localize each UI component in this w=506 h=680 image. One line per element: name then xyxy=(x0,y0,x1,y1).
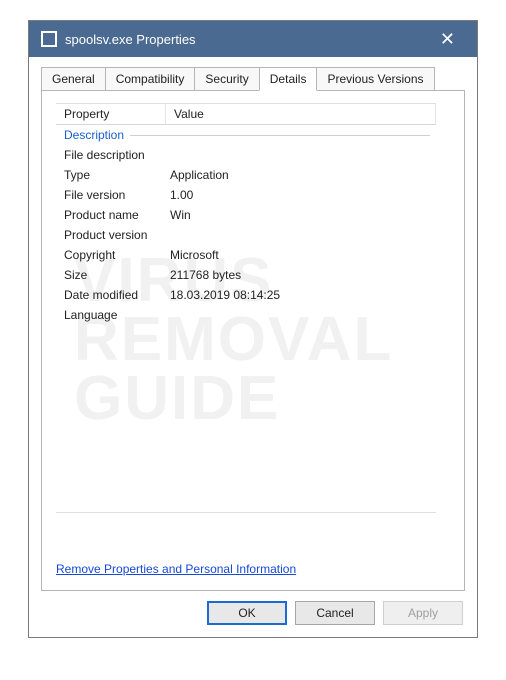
apply-button: Apply xyxy=(383,601,463,625)
titlebar[interactable]: spoolsv.exe Properties ✕ xyxy=(29,21,477,57)
prop-value: Win xyxy=(166,205,436,225)
dialog-buttons: OK Cancel Apply xyxy=(41,591,465,625)
tab-compatibility[interactable]: Compatibility xyxy=(105,67,196,90)
prop-label: Product name xyxy=(56,205,166,225)
group-label: Description xyxy=(56,125,130,145)
col-property[interactable]: Property xyxy=(56,104,166,124)
app-icon xyxy=(41,31,57,47)
tab-general[interactable]: General xyxy=(41,67,106,90)
table-row[interactable]: Language xyxy=(56,305,436,325)
group-line xyxy=(130,135,430,136)
tabstrip: General Compatibility Security Details P… xyxy=(41,67,465,91)
prop-value xyxy=(166,145,436,165)
cancel-button[interactable]: Cancel xyxy=(295,601,375,625)
prop-value xyxy=(166,225,436,245)
prop-label: Copyright xyxy=(56,245,166,265)
prop-label: Language xyxy=(56,305,166,325)
details-grid: VIRUS REMOVAL GUIDE Property Value Descr… xyxy=(56,103,436,513)
prop-value: Microsoft xyxy=(166,245,436,265)
col-value[interactable]: Value xyxy=(166,104,436,124)
table-row[interactable]: File version 1.00 xyxy=(56,185,436,205)
prop-label: File version xyxy=(56,185,166,205)
tab-previous-versions[interactable]: Previous Versions xyxy=(316,67,434,90)
prop-label: Date modified xyxy=(56,285,166,305)
prop-label: File description xyxy=(56,145,166,165)
remove-properties-link[interactable]: Remove Properties and Personal Informati… xyxy=(56,562,296,576)
prop-value xyxy=(166,305,436,325)
prop-label: Type xyxy=(56,165,166,185)
table-row[interactable]: Copyright Microsoft xyxy=(56,245,436,265)
close-icon[interactable]: ✕ xyxy=(430,25,465,54)
group-description: Description xyxy=(56,125,436,145)
prop-value: Application xyxy=(166,165,436,185)
client-area: General Compatibility Security Details P… xyxy=(29,57,477,637)
window-title: spoolsv.exe Properties xyxy=(65,32,430,47)
properties-window: spoolsv.exe Properties ✕ General Compati… xyxy=(28,20,478,638)
prop-label: Size xyxy=(56,265,166,285)
table-row[interactable]: Type Application xyxy=(56,165,436,185)
prop-value: 211768 bytes xyxy=(166,265,436,285)
table-row[interactable]: Product version xyxy=(56,225,436,245)
watermark-line: GUIDE xyxy=(74,370,393,429)
tab-security[interactable]: Security xyxy=(194,67,259,90)
table-row[interactable]: Product name Win xyxy=(56,205,436,225)
prop-value: 18.03.2019 08:14:25 xyxy=(166,285,436,305)
tabpanel-details: VIRUS REMOVAL GUIDE Property Value Descr… xyxy=(41,91,465,591)
table-row[interactable]: File description xyxy=(56,145,436,165)
prop-value: 1.00 xyxy=(166,185,436,205)
grid-header: Property Value xyxy=(56,104,436,125)
tab-details[interactable]: Details xyxy=(259,67,318,91)
table-row[interactable]: Date modified 18.03.2019 08:14:25 xyxy=(56,285,436,305)
prop-label: Product version xyxy=(56,225,166,245)
ok-button[interactable]: OK xyxy=(207,601,287,625)
grid-body: Description File description Type Applic… xyxy=(56,125,436,325)
table-row[interactable]: Size 211768 bytes xyxy=(56,265,436,285)
